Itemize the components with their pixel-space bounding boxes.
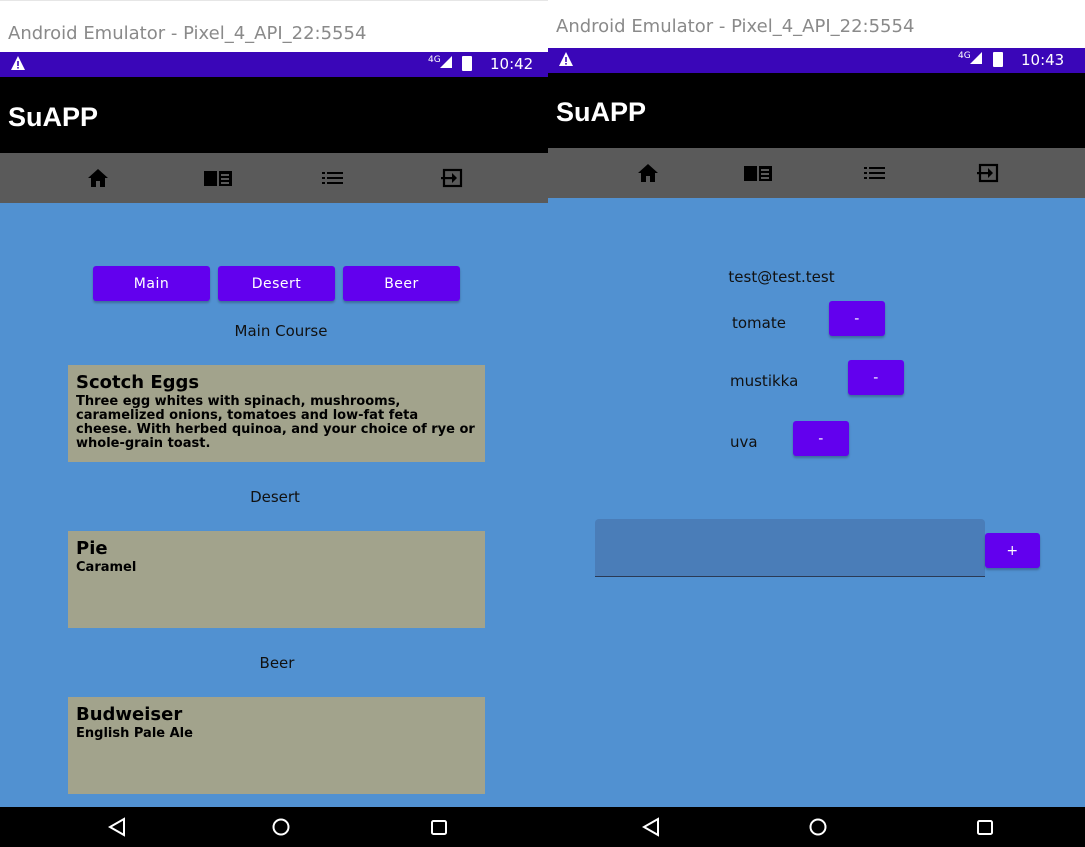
battery-icon bbox=[993, 52, 1003, 67]
logout-icon bbox=[441, 168, 463, 188]
menu-item-card[interactable]: Scotch Eggs Three egg whites with spinac… bbox=[68, 365, 485, 462]
section-heading: Desert bbox=[250, 488, 300, 506]
book-icon bbox=[204, 171, 232, 186]
list-item-label: mustikka bbox=[730, 372, 799, 390]
user-email: test@test.test bbox=[728, 268, 835, 286]
menu-item-description: Three egg whites with spinach, mushrooms… bbox=[76, 394, 475, 451]
home-circle-icon bbox=[272, 818, 290, 836]
status-bar: 4G 10:43 bbox=[548, 48, 1085, 73]
back-triangle-icon bbox=[107, 817, 125, 837]
add-item-button[interactable]: + bbox=[985, 533, 1040, 568]
home-nav-button[interactable] bbox=[261, 807, 301, 847]
remove-item-button[interactable]: - bbox=[793, 421, 849, 456]
back-triangle-icon bbox=[641, 817, 659, 837]
list-content: test@test.test tomate - mustikka - uva -… bbox=[548, 198, 1085, 807]
status-time: 10:43 bbox=[1021, 51, 1065, 69]
recents-button[interactable] bbox=[419, 807, 459, 847]
tab-home[interactable] bbox=[68, 153, 128, 203]
back-button[interactable] bbox=[97, 807, 137, 847]
tab-bar bbox=[0, 153, 548, 203]
tab-list[interactable] bbox=[845, 148, 905, 198]
app-title: SuAPP bbox=[548, 73, 1085, 149]
window-title: Android Emulator - Pixel_4_API_22:5554 bbox=[0, 0, 548, 52]
book-icon bbox=[744, 166, 772, 181]
list-item-label: tomate bbox=[732, 314, 786, 332]
tab-home[interactable] bbox=[618, 148, 678, 198]
menu-item-card[interactable]: Budweiser English Pale Ale bbox=[68, 697, 485, 794]
battery-icon bbox=[462, 56, 472, 71]
back-button[interactable] bbox=[631, 807, 671, 847]
home-circle-icon bbox=[809, 818, 827, 836]
window-title: Android Emulator - Pixel_4_API_22:5554 bbox=[548, 0, 1085, 52]
tab-logout[interactable] bbox=[422, 153, 482, 203]
warning-icon bbox=[559, 52, 573, 66]
network-type: 4G bbox=[428, 55, 441, 65]
section-heading: Main Course bbox=[234, 322, 328, 340]
left-emulator-window: Android Emulator - Pixel_4_API_22:5554 4… bbox=[0, 0, 548, 847]
list-icon bbox=[322, 172, 343, 184]
menu-item-card[interactable]: Pie Caramel bbox=[68, 531, 485, 628]
tab-list[interactable] bbox=[303, 153, 363, 203]
list-icon bbox=[864, 167, 885, 179]
tab-logout[interactable] bbox=[958, 148, 1018, 198]
home-nav-button[interactable] bbox=[798, 807, 838, 847]
right-emulator-window: Android Emulator - Pixel_4_API_22:5554 4… bbox=[548, 0, 1085, 847]
system-nav-bar bbox=[0, 807, 548, 847]
tab-menu-book[interactable] bbox=[188, 153, 248, 203]
recents-button[interactable] bbox=[965, 807, 1005, 847]
remove-item-button[interactable]: - bbox=[829, 301, 885, 336]
list-item-label: uva bbox=[730, 433, 758, 451]
menu-content: Main Desert Beer Main Course Scotch Eggs… bbox=[0, 203, 548, 807]
home-icon bbox=[638, 164, 658, 182]
desert-category-button[interactable]: Desert bbox=[218, 266, 335, 301]
status-time: 10:42 bbox=[490, 55, 534, 73]
beer-category-button[interactable]: Beer bbox=[343, 266, 460, 301]
network-type: 4G bbox=[958, 51, 971, 61]
app-title: SuAPP bbox=[0, 77, 548, 153]
signal-icon bbox=[970, 52, 982, 64]
main-category-button[interactable]: Main bbox=[93, 266, 210, 301]
section-heading: Beer bbox=[259, 654, 295, 672]
recents-square-icon bbox=[977, 820, 993, 835]
menu-item-title: Scotch Eggs bbox=[76, 372, 200, 393]
menu-item-description: English Pale Ale bbox=[76, 726, 193, 741]
tab-menu-book[interactable] bbox=[728, 148, 788, 198]
add-item-input[interactable] bbox=[595, 519, 985, 577]
remove-item-button[interactable]: - bbox=[848, 360, 904, 395]
menu-item-title: Budweiser bbox=[76, 704, 183, 725]
status-bar: 4G 10:42 bbox=[0, 52, 548, 77]
system-nav-bar bbox=[548, 807, 1085, 847]
menu-item-description: Caramel bbox=[76, 560, 137, 575]
signal-icon bbox=[440, 56, 452, 68]
tab-bar bbox=[548, 148, 1085, 198]
recents-square-icon bbox=[431, 820, 447, 835]
warning-icon bbox=[11, 56, 25, 70]
home-icon bbox=[88, 169, 108, 187]
logout-icon bbox=[977, 163, 999, 183]
menu-item-title: Pie bbox=[76, 538, 108, 559]
